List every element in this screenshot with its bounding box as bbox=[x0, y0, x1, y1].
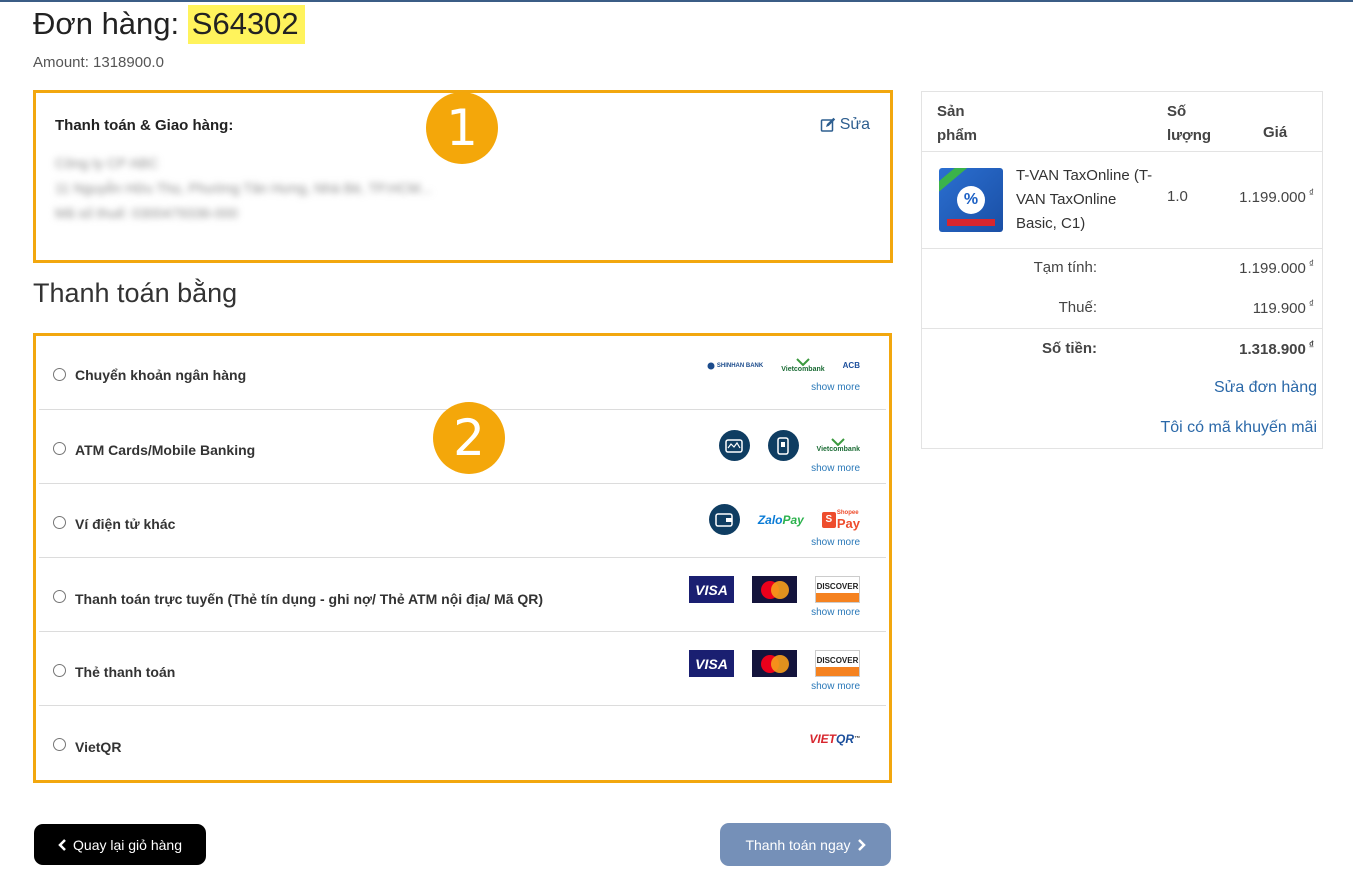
visa-logo: VISA bbox=[689, 576, 734, 603]
product-image: % bbox=[939, 168, 1003, 232]
method-label: VietQR bbox=[75, 739, 122, 755]
total-value: 1.318.900 ₫ bbox=[1239, 340, 1314, 358]
payment-method-bank-transfer[interactable]: Chuyển khoản ngân hàng SHINHAN BANK Viet… bbox=[39, 336, 886, 410]
atm-card-icon bbox=[718, 430, 750, 461]
radio-button[interactable] bbox=[53, 442, 66, 455]
tax-value: 119.900 ₫ bbox=[1252, 299, 1314, 317]
discover-logo: DISCOVER bbox=[815, 576, 860, 603]
product-name: T-VAN TaxOnline (T-VAN TaxOnline Basic, … bbox=[1016, 167, 1153, 232]
method-label: Thẻ thanh toán bbox=[75, 664, 176, 680]
payment-method-online[interactable]: Thanh toán trực tuyến (Thẻ tín dụng - gh… bbox=[39, 558, 886, 632]
edit-address-link[interactable]: Sửa bbox=[820, 116, 870, 134]
show-more-link[interactable]: show more bbox=[811, 607, 860, 618]
order-summary: Sản phẩm Số lượng Giá % T-VAN TaxOnline … bbox=[921, 91, 1323, 449]
order-amount: Amount: 1318900.0 bbox=[33, 54, 164, 71]
edit-label: Sửa bbox=[839, 116, 870, 133]
vietqr-logo: VIET QR ™ bbox=[809, 732, 860, 746]
billing-address-blurred: Công ty CP ABC 11 Nguyễn Hữu Thọ, Phường… bbox=[55, 151, 432, 226]
method-label: ATM Cards/Mobile Banking bbox=[75, 442, 256, 458]
billing-line: Mã số thuế: 0300479336-000 bbox=[55, 205, 238, 221]
back-label: Quay lại giỏ hàng bbox=[73, 836, 182, 853]
shopeepay-logo: S Shopee Pay bbox=[821, 509, 860, 530]
back-to-cart-button[interactable]: Quay lại giỏ hàng bbox=[34, 824, 206, 865]
tax-label: Thuế: bbox=[1058, 299, 1097, 316]
payment-methods-box: Chuyển khoản ngân hàng SHINHAN BANK Viet… bbox=[33, 333, 892, 783]
payment-method-e-wallet[interactable]: Ví điện tử khác Zalo Pay S Shopee Pay sho… bbox=[39, 484, 886, 558]
promo-code-link[interactable]: Tôi có mã khuyến mãi bbox=[1160, 419, 1317, 437]
radio-button[interactable] bbox=[53, 738, 66, 751]
wallet-icon bbox=[708, 504, 740, 535]
page-title: Đơn hàng: S64302 bbox=[33, 5, 305, 44]
edit-order-link[interactable]: Sửa đơn hàng bbox=[1214, 379, 1317, 397]
column-price: Giá bbox=[1263, 124, 1288, 141]
billing-line: 11 Nguyễn Hữu Thọ, Phường Tân Hưng, Nhà … bbox=[55, 180, 432, 196]
method-label: Ví điện tử khác bbox=[75, 516, 176, 532]
subtotal-value: 1.199.000 ₫ bbox=[1239, 259, 1314, 277]
edit-icon bbox=[820, 117, 835, 132]
billing-title: Thanh toán & Giao hàng: bbox=[55, 117, 234, 134]
mastercard-logo bbox=[752, 576, 797, 603]
method-label: Chuyển khoản ngân hàng bbox=[75, 367, 247, 383]
radio-button[interactable] bbox=[53, 664, 66, 677]
summary-header: Sản phẩm Số lượng Giá bbox=[922, 92, 1322, 152]
mobile-banking-icon bbox=[767, 430, 799, 461]
shinhan-bank-logo: SHINHAN BANK bbox=[707, 362, 763, 370]
product-price: 1.199.000 ₫ bbox=[1239, 188, 1314, 206]
vietcombank-logo: Vietcombank bbox=[817, 438, 860, 453]
payment-heading: Thanh toán bằng bbox=[33, 278, 238, 308]
billing-line: Công ty CP ABC bbox=[55, 155, 159, 171]
column-quantity: Số lượng bbox=[1167, 103, 1212, 144]
mastercard-logo bbox=[752, 650, 797, 677]
step-badge-2: 2 bbox=[433, 402, 505, 474]
acb-logo: ACB bbox=[842, 361, 860, 370]
discover-logo: DISCOVER bbox=[815, 650, 860, 677]
order-code: S64302 bbox=[187, 5, 305, 44]
pay-now-button[interactable]: Thanh toán ngay bbox=[720, 823, 891, 866]
radio-button[interactable] bbox=[53, 516, 66, 529]
show-more-link[interactable]: show more bbox=[811, 382, 860, 393]
chevron-left-icon bbox=[58, 838, 66, 851]
order-title-prefix: Đơn hàng: bbox=[33, 6, 180, 41]
subtotal-label: Tạm tính: bbox=[1033, 259, 1097, 276]
visa-logo: VISA bbox=[689, 650, 734, 677]
column-product: Sản phẩm bbox=[937, 103, 978, 144]
radio-button[interactable] bbox=[53, 368, 66, 381]
zalopay-logo: Zalo Pay bbox=[757, 512, 804, 527]
percent-icon: % bbox=[957, 186, 985, 214]
chevron-right-icon bbox=[857, 838, 866, 851]
radio-button[interactable] bbox=[53, 590, 66, 603]
show-more-link[interactable]: show more bbox=[811, 463, 860, 474]
divider bbox=[922, 328, 1322, 329]
step-badge-1: 1 bbox=[426, 92, 498, 164]
top-border bbox=[0, 0, 1353, 2]
product-row: % T-VAN TaxOnline (T-VAN TaxOnline Basic… bbox=[922, 152, 1322, 249]
show-more-link[interactable]: show more bbox=[811, 537, 860, 548]
show-more-link[interactable]: show more bbox=[811, 681, 860, 692]
total-label: Số tiền: bbox=[1042, 340, 1097, 357]
product-quantity: 1.0 bbox=[1167, 188, 1188, 205]
pay-now-label: Thanh toán ngay bbox=[745, 836, 851, 853]
method-label: Thanh toán trực tuyến (Thẻ tín dụng - gh… bbox=[75, 591, 544, 607]
payment-method-vietqr[interactable]: VietQR VIET QR ™ bbox=[39, 706, 886, 780]
vietcombank-logo: Vietcombank bbox=[781, 358, 825, 373]
payment-method-card[interactable]: Thẻ thanh toán VISA DISCOVER show more bbox=[39, 632, 886, 706]
